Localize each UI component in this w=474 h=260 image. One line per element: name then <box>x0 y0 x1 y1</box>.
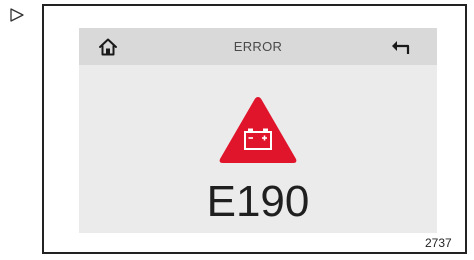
back-arrow-icon[interactable] <box>388 36 412 58</box>
figure-reference-number: 2737 <box>425 236 452 250</box>
error-code: E190 <box>206 177 310 226</box>
manual-page: ERROR E190 2737 <box>0 0 474 260</box>
home-icon[interactable] <box>97 36 119 58</box>
screen-title: ERROR <box>233 39 283 54</box>
screen-header: ERROR <box>79 28 437 65</box>
battery-warning-icon <box>219 97 297 163</box>
device-screen: ERROR E190 <box>79 28 437 233</box>
triangle-bullet-icon <box>10 8 24 22</box>
